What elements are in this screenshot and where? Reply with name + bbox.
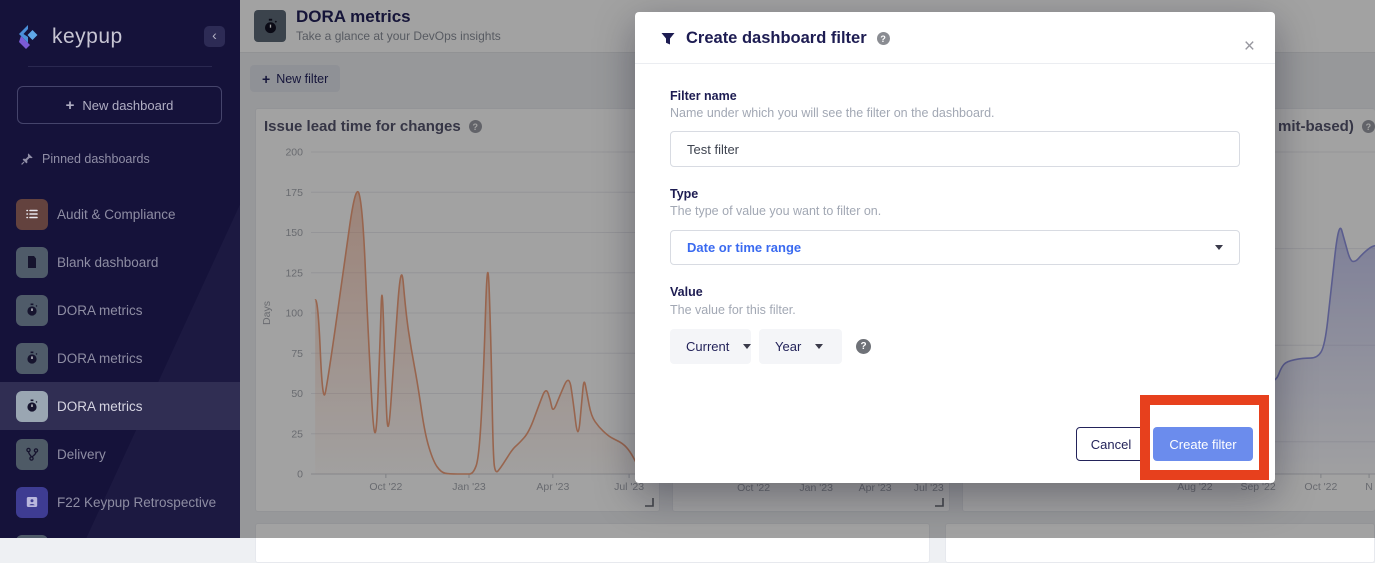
type-help: The type of value you want to filter on. (670, 204, 881, 218)
stopwatch-icon (16, 343, 48, 374)
create-filter-modal: Create dashboard filter ? × Filter name … (635, 12, 1275, 483)
period-unit-dropdown[interactable]: Year (759, 329, 842, 364)
type-label: Type (670, 187, 698, 201)
sidebar-item-label: DORA metrics (57, 399, 143, 414)
sidebar-item-label: F22 Keypup Retrospective (57, 495, 216, 510)
sidebar-item-audit-compliance[interactable]: Audit & Compliance (0, 190, 240, 238)
pinned-dashboards-label: Pinned dashboards (42, 152, 150, 166)
sidebar-item-blank-dashboard[interactable]: Blank dashboard (0, 238, 240, 286)
sidebar-item-label: DORA metrics (57, 351, 143, 366)
type-select[interactable]: Date or time range (670, 230, 1240, 265)
stopwatch-icon (16, 391, 48, 422)
sidebar-item-label: Delivery (57, 447, 106, 462)
filter-name-input[interactable] (670, 131, 1240, 167)
app-logo-text: keypup (52, 25, 123, 49)
badge-icon (16, 487, 48, 518)
value-label: Value (670, 285, 703, 299)
cancel-button[interactable]: Cancel (1076, 427, 1146, 461)
sidebar-item-dora-metrics[interactable]: DORA metrics (0, 382, 240, 430)
sidebar-item-dora-metrics[interactable]: DORA metrics (0, 286, 240, 334)
close-icon[interactable]: × (1244, 37, 1255, 56)
period-modifier-value: Current (686, 339, 729, 354)
caret-down-icon (1215, 245, 1223, 250)
caret-down-icon (743, 344, 751, 349)
pinned-dashboards-header: Pinned dashboards (20, 152, 150, 166)
sidebar-item-label: Audit & Compliance (57, 207, 176, 222)
caret-down-icon (815, 344, 823, 349)
sidebar-item-delivery[interactable]: Delivery (0, 430, 240, 478)
modal-header: Create dashboard filter ? × (635, 12, 1275, 64)
sidebar-collapse-button[interactable]: ‹ (204, 26, 225, 47)
type-selected-value: Date or time range (687, 240, 801, 255)
document-icon (16, 247, 48, 278)
sidebar-item-f22-keypup-retrospective[interactable]: F22 Keypup Retrospective (0, 478, 240, 526)
branch-icon (16, 439, 48, 470)
sidebar-divider (28, 66, 212, 67)
period-unit-value: Year (775, 339, 801, 354)
sidebar-item-dora-metrics[interactable]: DORA metrics (0, 334, 240, 382)
sidebar: keypup ‹ + New dashboard Pinned dashboar… (0, 0, 240, 538)
chevron-left-icon: ‹ (212, 27, 217, 43)
create-filter-button[interactable]: Create filter (1153, 427, 1253, 461)
value-help-icon[interactable]: ? (856, 339, 871, 354)
modal-title: Create dashboard filter (686, 29, 867, 48)
pin-icon (20, 152, 34, 166)
plus-icon: + (66, 97, 75, 114)
sidebar-item-partial[interactable] (0, 526, 240, 538)
value-help-text: The value for this filter. (670, 303, 796, 317)
period-modifier-dropdown[interactable]: Current (670, 329, 751, 364)
dashboard-tile (16, 535, 48, 539)
help-icon[interactable]: ? (877, 32, 890, 45)
sidebar-dashboard-list: Audit & Compliance Blank dashboard DORA me… (0, 190, 240, 538)
list-icon (16, 199, 48, 230)
new-dashboard-button[interactable]: + New dashboard (17, 86, 222, 124)
stopwatch-icon (16, 295, 48, 326)
filter-name-label: Filter name (670, 89, 737, 103)
keypup-logo-icon (14, 22, 44, 52)
sidebar-item-label: DORA metrics (57, 303, 143, 318)
sidebar-item-label: Blank dashboard (57, 255, 158, 270)
filter-name-help: Name under which you will see the filter… (670, 106, 995, 120)
app-logo: keypup (14, 22, 123, 52)
filter-funnel-icon (660, 31, 676, 47)
new-dashboard-label: New dashboard (82, 98, 173, 113)
